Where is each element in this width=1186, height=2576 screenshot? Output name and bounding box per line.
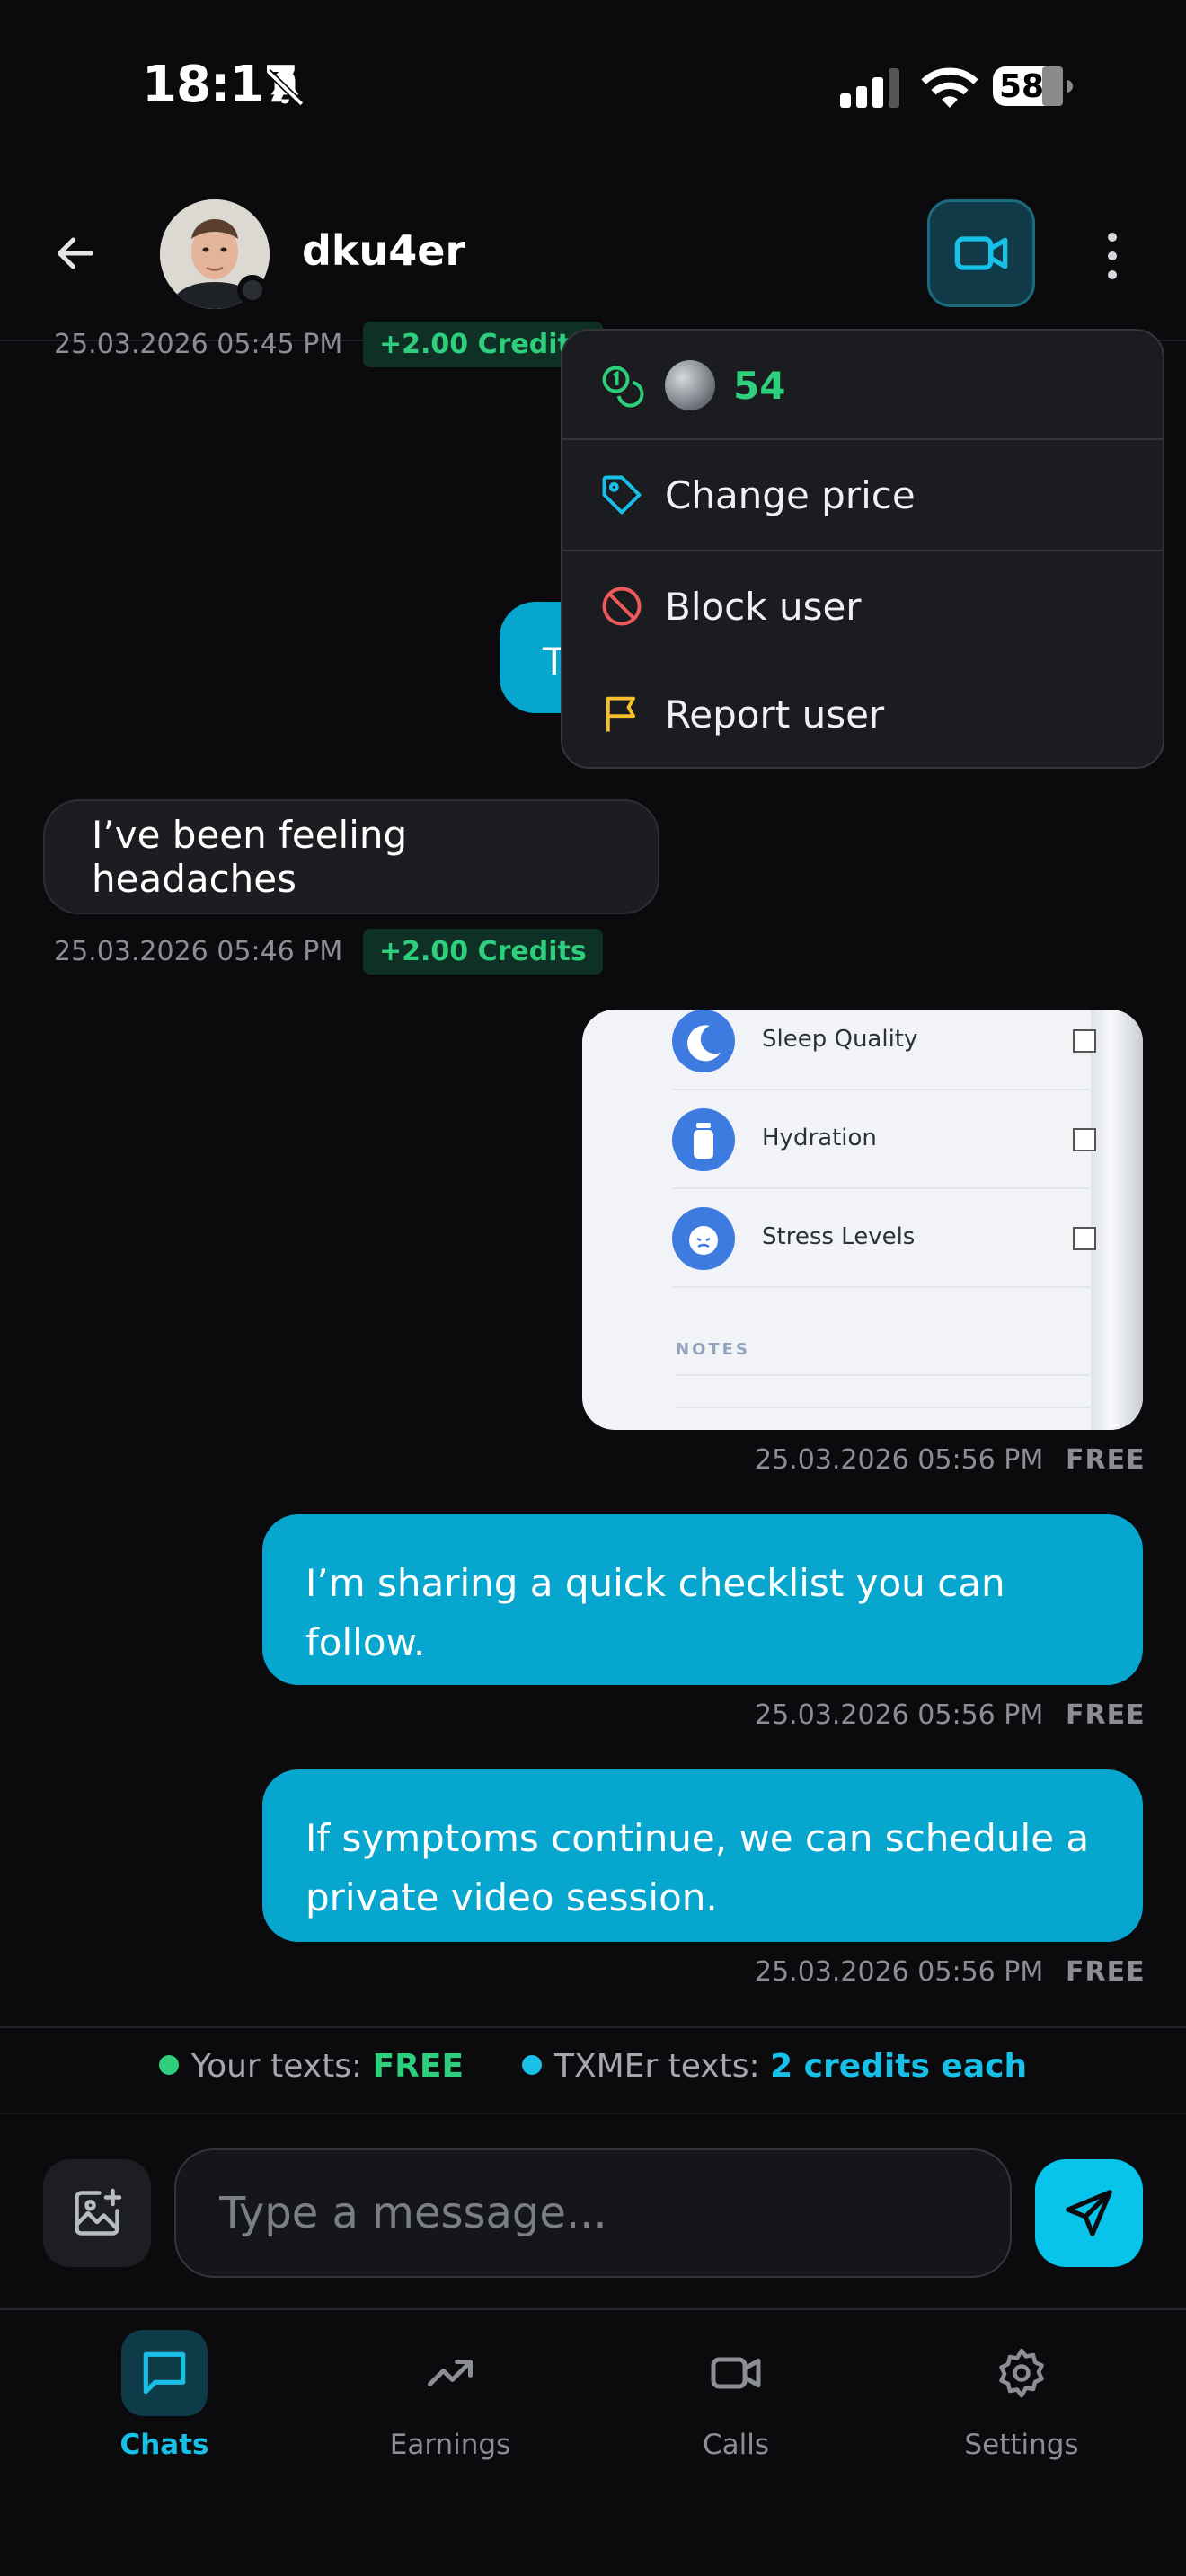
menu-item-label: Report user	[665, 692, 885, 737]
menu-item-block-user[interactable]: Block user	[562, 551, 1163, 661]
image-add-icon	[75, 2188, 122, 2236]
send-icon	[1066, 2190, 1112, 2236]
block-icon	[602, 587, 642, 626]
checklist-label: Hydration	[762, 1125, 877, 1151]
more-options-icon[interactable]	[1094, 225, 1130, 287]
tab-chats[interactable]: Chats	[16, 2326, 313, 2488]
message-timestamp: 25.03.2026 05:56 PM	[755, 1956, 1044, 1988]
tab-earnings[interactable]: Earnings	[302, 2326, 598, 2488]
checklist-label: Sleep Quality	[762, 1026, 918, 1053]
message-timestamp: 25.03.2026 05:46 PM	[54, 936, 343, 967]
video-call-button[interactable]	[927, 199, 1035, 307]
cyan-dot	[521, 2055, 542, 2075]
video-camera-icon	[954, 236, 1008, 270]
coin-avatar	[665, 360, 715, 410]
trending-up-icon	[428, 2360, 473, 2386]
tab-settings[interactable]: Settings	[873, 2326, 1170, 2488]
pricing-info: Your texts: FREE TXMEr texts: 2 credits …	[0, 2048, 1186, 2085]
credit-badge: +2.00 Credits	[363, 929, 603, 975]
their-texts-value: 2 credits each	[770, 2048, 1028, 2085]
gear-icon	[999, 2348, 1044, 2398]
message-text: If symptoms continue, we can schedule a …	[305, 1816, 1090, 1919]
battery-icon: 58	[992, 65, 1073, 108]
stress-face-icon	[672, 1207, 735, 1270]
flag-icon	[606, 696, 635, 732]
send-button[interactable]	[1035, 2159, 1143, 2267]
tab-label: Calls	[702, 2429, 770, 2461]
price-tag: FREE	[1066, 1699, 1146, 1731]
video-camera-icon	[711, 2357, 761, 2389]
message-timestamp: 25.03.2026 05:45 PM	[54, 329, 343, 360]
bottle-icon	[672, 1108, 735, 1171]
outgoing-message[interactable]: I’m sharing a quick checklist you can fo…	[262, 1514, 1143, 1685]
moon-icon	[672, 1010, 735, 1072]
coins-icon	[602, 366, 644, 408]
outgoing-message[interactable]: If symptoms continue, we can schedule a …	[262, 1769, 1143, 1942]
wifi-icon	[921, 67, 978, 108]
menu-item-label: Block user	[665, 584, 862, 629]
message-timestamp: 25.03.2026 05:56 PM	[755, 1699, 1044, 1731]
their-texts-label: TXMEr texts:	[553, 2048, 760, 2085]
menu-item-change-price[interactable]: Change price	[562, 440, 1163, 550]
incoming-message[interactable]: I’ve been feeling headaches	[43, 799, 659, 914]
price-tag: FREE	[1066, 1956, 1146, 1988]
bell-muted-icon	[265, 68, 305, 107]
message-input[interactable]	[174, 2148, 1012, 2278]
presence-indicator	[237, 275, 268, 305]
menu-item-report-user[interactable]: Report user	[562, 659, 1163, 767]
tab-label: Settings	[964, 2429, 1079, 2461]
message-timestamp: 25.03.2026 05:56 PM	[755, 1444, 1044, 1476]
your-texts-value: FREE	[372, 2048, 465, 2085]
attach-image-button[interactable]	[43, 2159, 151, 2267]
tab-label: Chats	[119, 2429, 209, 2461]
message-text: I’m sharing a quick checklist you can fo…	[305, 1561, 1005, 1664]
tab-label: Earnings	[389, 2429, 511, 2461]
options-menu: 54 Change price Block user Report user	[561, 329, 1164, 769]
price-tag: FREE	[1066, 1444, 1146, 1476]
notes-label: NOTES	[676, 1340, 750, 1359]
checkbox	[1073, 1227, 1096, 1250]
back-arrow-icon[interactable]	[49, 226, 102, 280]
checklist-label: Stress Levels	[762, 1223, 916, 1250]
checkbox	[1073, 1029, 1096, 1053]
chat-bubble-icon	[143, 2351, 186, 2395]
tag-icon	[602, 475, 642, 515]
green-dot	[158, 2055, 179, 2075]
image-message[interactable]: Sleep Quality Hydration Stress Levels NO…	[582, 1010, 1143, 1430]
checkbox	[1073, 1128, 1096, 1151]
tab-calls[interactable]: Calls	[588, 2326, 884, 2488]
credit-balance: 54	[733, 363, 786, 408]
battery-level: 58	[999, 68, 1045, 105]
menu-credits-row: 54	[562, 331, 1163, 440]
your-texts-label: Your texts:	[190, 2048, 363, 2085]
signal-icon	[840, 68, 899, 108]
message-text: I’ve been feeling headaches	[92, 813, 408, 901]
contact-name[interactable]: dku4er	[302, 226, 465, 275]
menu-item-label: Change price	[665, 472, 916, 517]
